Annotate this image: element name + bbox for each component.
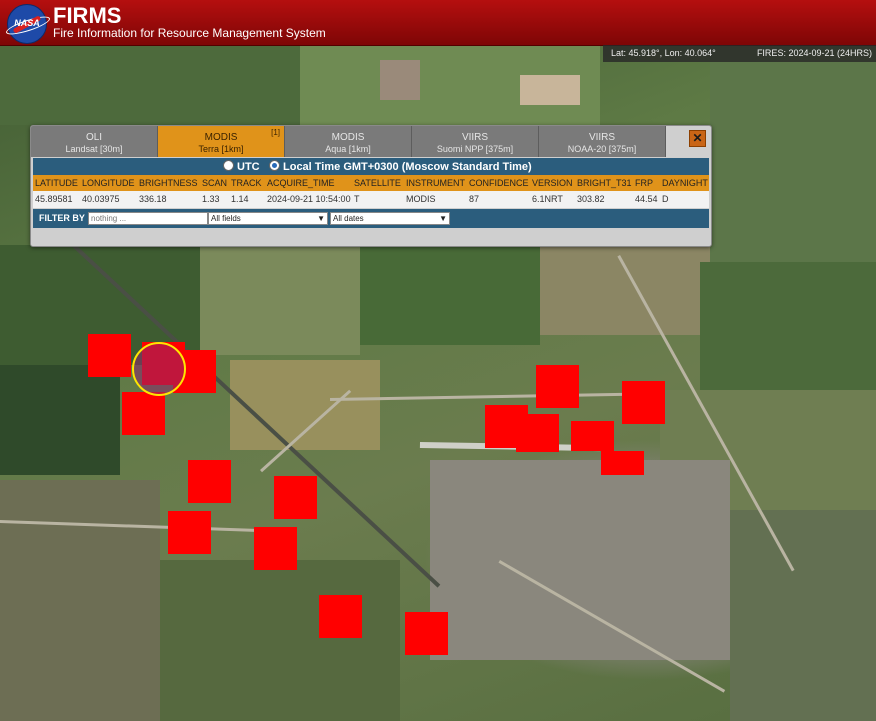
tab-count-badge: [1] <box>271 128 280 137</box>
tab-viirs-snpp[interactable]: VIIRS Suomi NPP [375m] <box>412 126 539 157</box>
satellite-map[interactable] <box>0 0 876 721</box>
fires-date-range[interactable]: FIRES: 2024-09-21 (24HRS) <box>757 48 872 58</box>
map-field <box>730 510 876 721</box>
time-zone-selector: UTC Local Time GMT+0300 (Moscow Standard… <box>33 158 709 175</box>
app-subtitle: Fire Information for Resource Management… <box>53 26 326 40</box>
map-field <box>360 245 540 345</box>
map-field <box>0 480 160 721</box>
fire-marker[interactable] <box>122 392 165 435</box>
column-header[interactable]: TRACK <box>231 178 262 188</box>
cell-track: 1.14 <box>231 194 249 204</box>
map-field <box>700 262 876 392</box>
radio-icon[interactable] <box>223 160 234 171</box>
column-header[interactable]: DAYNIGHT <box>662 178 708 188</box>
cell-scan: 1.33 <box>202 194 220 204</box>
map-field <box>380 60 420 100</box>
map-field <box>520 75 580 105</box>
close-x-icon[interactable]: ✕ <box>689 130 706 147</box>
sensor-tabs: OLI Landsat [30m] [1] MODIS Terra [1km] … <box>31 126 711 157</box>
app-header: NASA FIRMS Fire Information for Resource… <box>0 0 876 46</box>
tab-name: VIIRS <box>461 132 489 143</box>
fire-marker[interactable] <box>168 511 211 554</box>
map-field <box>710 62 876 262</box>
filter-label: FILTER BY <box>39 213 85 223</box>
date-select-value: All dates <box>333 214 364 223</box>
column-header[interactable]: LONGITUDE <box>82 178 135 188</box>
fire-marker[interactable] <box>88 334 131 377</box>
fire-marker[interactable] <box>254 527 297 570</box>
map-field <box>540 245 710 335</box>
fire-marker[interactable] <box>601 451 644 475</box>
nasa-logo[interactable]: NASA <box>4 4 52 44</box>
utc-label: UTC <box>237 161 260 173</box>
table-header: LATITUDE LONGITUDE BRIGHTNESS SCAN TRACK… <box>33 175 709 191</box>
cell-bright-t31: 303.82 <box>577 194 605 204</box>
tab-sub: Terra [1km] <box>198 144 244 154</box>
radio-selected-icon[interactable] <box>269 160 280 171</box>
tab-sub: Landsat [30m] <box>65 144 123 154</box>
tab-name: MODIS <box>331 132 365 143</box>
fire-marker[interactable] <box>516 414 559 452</box>
date-select[interactable]: All dates ▼ <box>330 212 450 225</box>
column-header[interactable]: INSTRUMENT <box>406 178 465 188</box>
map-field <box>430 460 730 660</box>
tab-sub: Suomi NPP [375m] <box>436 144 514 154</box>
fire-marker[interactable] <box>536 365 579 408</box>
cell-longitude: 40.03975 <box>82 194 120 204</box>
map-field <box>0 45 300 125</box>
local-time-label: Local Time GMT+0300 (Moscow Standard Tim… <box>283 161 532 173</box>
map-field <box>200 245 360 355</box>
tab-modis-aqua[interactable]: MODIS Aqua [1km] <box>285 126 412 157</box>
field-select-value: All fields <box>211 214 241 223</box>
column-header[interactable]: FRP <box>635 178 653 188</box>
map-field <box>160 560 400 721</box>
column-header[interactable]: BRIGHTNESS <box>139 178 198 188</box>
map-field <box>0 365 120 475</box>
cell-daynight: D <box>662 194 669 204</box>
cell-instrument: MODIS <box>406 194 436 204</box>
fire-info-popup: OLI Landsat [30m] [1] MODIS Terra [1km] … <box>30 125 712 247</box>
fire-marker[interactable] <box>319 595 362 638</box>
local-time-option[interactable]: Local Time GMT+0300 (Moscow Standard Tim… <box>269 160 532 173</box>
map-status-bar: Lat: 45.918°, Lon: 40.064° FIRES: 2024-0… <box>603 45 876 62</box>
column-header[interactable]: SATELLITE <box>354 178 401 188</box>
tab-name: MODIS <box>204 132 238 143</box>
tab-viirs-noaa20[interactable]: VIIRS NOAA-20 [375m] <box>539 126 666 157</box>
filter-bar: FILTER BY All fields ▼ All dates ▼ <box>33 209 709 228</box>
tab-oli-landsat[interactable]: OLI Landsat [30m] <box>31 126 158 157</box>
column-header[interactable]: SCAN <box>202 178 227 188</box>
cell-version: 6.1NRT <box>532 194 563 204</box>
cell-latitude: 45.89581 <box>35 194 73 204</box>
cell-frp: 44.54 <box>635 194 658 204</box>
field-select[interactable]: All fields ▼ <box>208 212 328 225</box>
chevron-down-icon: ▼ <box>439 214 447 223</box>
cell-satellite: T <box>354 194 360 204</box>
tab-name: OLI <box>85 132 103 143</box>
cursor-coordinates: Lat: 45.918°, Lon: 40.064° <box>611 48 716 58</box>
fire-marker[interactable] <box>571 421 614 451</box>
tab-sub: NOAA-20 [375m] <box>567 144 637 154</box>
table-row[interactable]: 45.89581 40.03975 336.18 1.33 1.14 2024-… <box>33 191 709 208</box>
logo-text: NASA <box>14 18 40 28</box>
fire-marker[interactable] <box>622 381 665 424</box>
chevron-down-icon: ▼ <box>317 214 325 223</box>
fire-marker[interactable] <box>188 460 231 503</box>
column-header[interactable]: ACQUIRE_TIME <box>267 178 335 188</box>
utc-option[interactable]: UTC <box>223 160 260 173</box>
fire-marker[interactable] <box>405 612 448 655</box>
cell-confidence: 87 <box>469 194 480 204</box>
tab-name: VIIRS <box>588 132 616 143</box>
column-header[interactable]: BRIGHT_T31 <box>577 178 632 188</box>
tab-modis-terra[interactable]: [1] MODIS Terra [1km] <box>158 126 285 157</box>
map-field <box>230 360 380 450</box>
selected-fire-highlight[interactable] <box>132 342 186 396</box>
column-header[interactable]: CONFIDENCE <box>469 178 529 188</box>
column-header[interactable]: VERSION <box>532 178 573 188</box>
tab-sub: Aqua [1km] <box>325 144 371 154</box>
fire-marker[interactable] <box>274 476 317 519</box>
column-header[interactable]: LATITUDE <box>35 178 78 188</box>
filter-input[interactable] <box>88 212 208 225</box>
cell-brightness: 336.18 <box>139 194 167 204</box>
cell-acquire-time: 2024-09-21 10:54:00 <box>267 194 351 204</box>
